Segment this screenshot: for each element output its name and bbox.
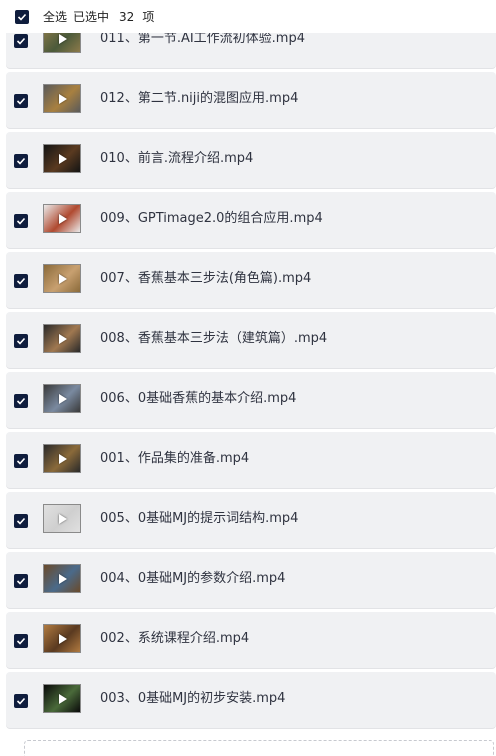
file-name: 010、前言.流程介绍.mp4 <box>100 151 254 166</box>
video-thumbnail[interactable] <box>43 204 81 233</box>
video-thumbnail[interactable] <box>43 564 81 593</box>
file-name: 012、第二节.niji的混图应用.mp4 <box>100 91 299 106</box>
play-icon <box>59 513 67 524</box>
play-icon <box>59 333 67 344</box>
checkmark-icon <box>16 637 26 645</box>
video-thumbnail[interactable] <box>43 624 81 653</box>
file-checkbox[interactable] <box>14 154 28 168</box>
checkmark-icon <box>16 217 26 225</box>
selected-prefix: 已选中 <box>73 10 110 24</box>
checkmark-icon <box>16 37 26 45</box>
file-row[interactable]: 006、0基础香蕉的基本介绍.mp4 <box>6 372 496 428</box>
selection-header: 全选 已选中 32 项 <box>0 0 496 33</box>
file-row[interactable]: 003、0基础MJ的初步安装.mp4 <box>6 672 496 728</box>
checkmark-icon <box>16 517 26 525</box>
play-icon <box>59 453 67 464</box>
selection-summary: 全选 已选中 32 项 <box>43 9 160 25</box>
select-all-checkbox[interactable] <box>15 10 29 24</box>
play-icon <box>59 33 67 44</box>
file-row[interactable]: 010、前言.流程介绍.mp4 <box>6 132 496 188</box>
play-icon <box>59 693 67 704</box>
file-row[interactable]: 009、GPTimage2.0的组合应用.mp4 <box>6 192 496 248</box>
file-name: 004、0基础MJ的参数介绍.mp4 <box>100 571 286 586</box>
upload-dropzone[interactable] <box>24 740 494 756</box>
file-selection-panel: 011、第一节.AI工作流初体验.mp4 012、第二节.niji的混图应用.mp… <box>0 0 496 756</box>
file-checkbox[interactable] <box>14 514 28 528</box>
video-thumbnail[interactable] <box>43 684 81 713</box>
video-thumbnail[interactable] <box>43 264 81 293</box>
file-checkbox[interactable] <box>14 454 28 468</box>
file-checkbox[interactable] <box>14 574 28 588</box>
file-name: 005、0基础MJ的提示词结构.mp4 <box>100 511 299 526</box>
file-checkbox[interactable] <box>14 214 28 228</box>
selected-suffix: 项 <box>142 10 155 24</box>
file-checkbox[interactable] <box>14 94 28 108</box>
file-name: 008、香蕉基本三步法（建筑篇）.mp4 <box>100 331 328 346</box>
checkmark-icon <box>16 337 26 345</box>
file-checkbox[interactable] <box>14 34 28 48</box>
file-row[interactable]: 012、第二节.niji的混图应用.mp4 <box>6 72 496 128</box>
checkmark-icon <box>16 277 26 285</box>
checkmark-icon <box>16 457 26 465</box>
play-icon <box>59 273 67 284</box>
file-name: 002、系统课程介绍.mp4 <box>100 631 250 646</box>
file-name: 006、0基础香蕉的基本介绍.mp4 <box>100 391 297 406</box>
file-name: 009、GPTimage2.0的组合应用.mp4 <box>100 211 323 226</box>
file-name: 001、作品集的准备.mp4 <box>100 451 250 466</box>
play-icon <box>59 93 67 104</box>
video-thumbnail[interactable] <box>43 504 81 533</box>
play-icon <box>59 573 67 584</box>
checkmark-icon <box>16 397 26 405</box>
play-icon <box>59 393 67 404</box>
video-thumbnail[interactable] <box>43 324 81 353</box>
selected-count: 32 <box>119 10 135 24</box>
video-thumbnail[interactable] <box>43 384 81 413</box>
file-checkbox[interactable] <box>14 694 28 708</box>
file-row[interactable]: 007、香蕉基本三步法(角色篇).mp4 <box>6 252 496 308</box>
file-checkbox[interactable] <box>14 334 28 348</box>
file-row[interactable]: 005、0基础MJ的提示词结构.mp4 <box>6 492 496 548</box>
file-row[interactable]: 002、系统课程介绍.mp4 <box>6 612 496 668</box>
file-checkbox[interactable] <box>14 274 28 288</box>
file-name: 007、香蕉基本三步法(角色篇).mp4 <box>100 271 312 286</box>
video-thumbnail[interactable] <box>43 444 81 473</box>
file-checkbox[interactable] <box>14 394 28 408</box>
checkmark-icon <box>16 697 26 705</box>
checkmark-icon <box>16 97 26 105</box>
file-checkbox[interactable] <box>14 634 28 648</box>
file-row[interactable]: 004、0基础MJ的参数介绍.mp4 <box>6 552 496 608</box>
file-row[interactable]: 001、作品集的准备.mp4 <box>6 432 496 488</box>
select-all-label[interactable]: 全选 <box>43 10 67 24</box>
checkmark-icon <box>17 13 27 21</box>
play-icon <box>59 633 67 644</box>
checkmark-icon <box>16 577 26 585</box>
file-row[interactable]: 008、香蕉基本三步法（建筑篇）.mp4 <box>6 312 496 368</box>
video-thumbnail[interactable] <box>43 84 81 113</box>
checkmark-icon <box>16 157 26 165</box>
file-name: 003、0基础MJ的初步安装.mp4 <box>100 691 286 706</box>
play-icon <box>59 153 67 164</box>
video-thumbnail[interactable] <box>43 144 81 173</box>
play-icon <box>59 213 67 224</box>
